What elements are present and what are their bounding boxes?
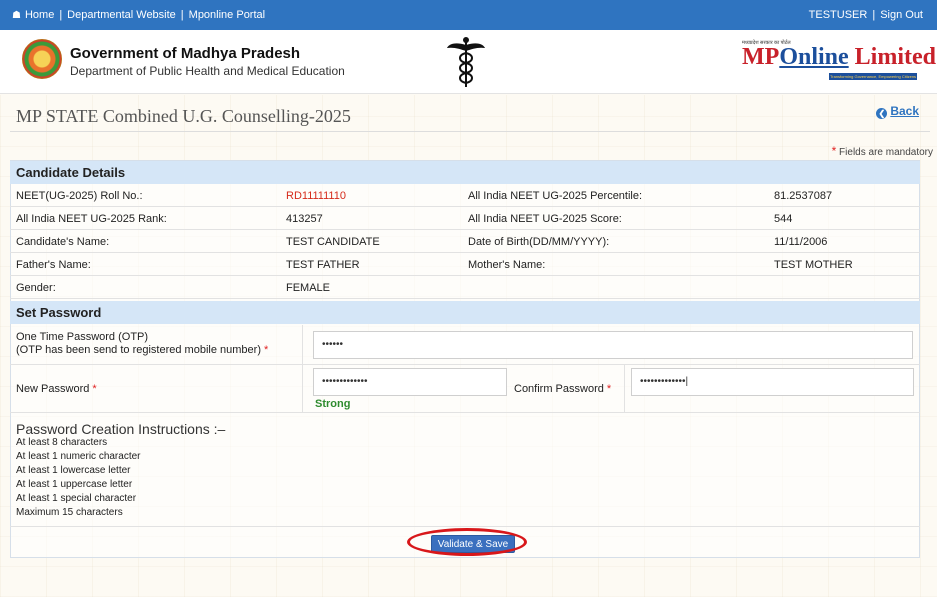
father-name-value: TEST FATHER [286,259,360,271]
gender-label: Gender: [16,282,56,294]
confirm-password-label: Confirm Password * [514,383,611,395]
percentile-value: 81.2537087 [774,190,833,202]
set-password-heading: Set Password [10,301,920,324]
table-row: Candidate's Name: TEST CANDIDATE Date of… [10,230,920,253]
gov-title: Government of Madhya Pradesh [70,45,301,62]
site-header: Government of Madhya Pradesh Department … [0,30,937,94]
nav-separator: | [872,9,876,21]
page-title: MP STATE Combined U.G. Counselling-2025 [16,106,351,126]
back-button[interactable]: ❮ Back [876,104,919,119]
password-strength-label: Strong [315,398,351,410]
instruction-item: At least 8 characters [16,437,108,448]
mponline-portal-link[interactable]: Mponline Portal [189,9,265,21]
otp-input[interactable]: •••••• [313,331,913,359]
back-label: Back [890,104,919,118]
mp-government-emblem-icon [22,39,62,79]
rank-label: All India NEET UG-2025 Rank: [16,213,167,225]
instruction-item: At least 1 numeric character [16,451,141,462]
home-link[interactable]: Home [25,9,54,21]
sign-out-link[interactable]: Sign Out [880,9,923,21]
validate-save-button[interactable]: Validate & Save [431,535,515,553]
roll-no-label: NEET(UG-2025) Roll No.: [16,190,143,202]
roll-no-value: RD11111110 [286,190,346,202]
confirm-password-input[interactable]: •••••••••••••| [631,368,914,396]
mp-logo-mp: MP [742,44,780,70]
nav-separator: | [59,9,63,21]
score-value: 544 [774,213,793,225]
mother-name-value: TEST MOTHER [774,259,853,271]
mandatory-note: * Fields are mandatory [832,144,933,158]
instructions-title: Password Creation Instructions :– [16,421,226,437]
column-divider [302,325,303,365]
candidate-name-value: TEST CANDIDATE [286,236,380,248]
gov-subtitle: Department of Public Health and Medical … [70,64,345,78]
score-label: All India NEET UG-2025 Score: [468,213,622,225]
dob-label: Date of Birth(DD/MM/YYYY): [468,236,610,248]
nav-separator: | [180,9,184,21]
caduceus-icon [447,37,485,87]
new-password-input[interactable]: ••••••••••••• [313,368,507,396]
rank-value: 413257 [286,213,323,225]
home-icon: ☗ [12,10,21,21]
action-row: Validate & Save [10,526,920,558]
dob-value: 11/11/2006 [774,236,828,248]
required-star: * [92,383,97,395]
new-password-label: New Password * [16,383,97,395]
table-row: Gender: FEMALE [10,276,920,299]
confirm-password-label-text: Confirm Password [514,383,604,395]
gender-value: FEMALE [286,282,331,294]
otp-label: One Time Password (OTP) [16,331,149,343]
otp-row: One Time Password (OTP) (OTP has been se… [10,325,920,365]
otp-note-text: (OTP has been send to registered mobile … [16,344,261,356]
new-password-label-text: New Password [16,383,90,395]
column-divider [302,365,303,413]
instruction-item: At least 1 uppercase letter [16,479,133,490]
candidate-details-heading: Candidate Details [10,161,920,184]
candidate-name-label: Candidate's Name: [16,236,110,248]
mandatory-text: Fields are mandatory [836,147,933,158]
required-star: * [264,344,269,356]
departmental-website-link[interactable]: Departmental Website [67,9,176,21]
mother-name-label: Mother's Name: [468,259,546,271]
user-name: TESTUSER [808,9,868,21]
new-password-row: New Password * ••••••••••••• Strong Conf… [10,365,920,413]
mp-logo-strip: Transforming Governance, Empowering Citi… [829,73,917,80]
back-arrow-icon: ❮ [876,108,888,119]
mp-logo-text: MPOnline Limited [742,44,936,71]
top-nav-left: ☗ Home | Departmental Website | Mponline Port… [12,9,265,21]
table-row: NEET(UG-2025) Roll No.: RD11111110 All I… [10,184,920,207]
top-nav-right: TESTUSER | Sign Out [809,9,923,21]
mp-logo-limited: Limited [848,44,936,70]
mponline-logo: मध्यप्रदेश सरकार का पोर्टल MPOnline Limi… [742,40,936,88]
father-name-label: Father's Name: [16,259,91,271]
instruction-item: Maximum 15 characters [16,507,123,518]
title-divider [10,131,930,132]
column-divider [624,365,625,413]
instruction-item: At least 1 lowercase letter [16,465,131,476]
mp-logo-online: Online [779,44,849,70]
table-row: Father's Name: TEST FATHER Mother's Name… [10,253,920,276]
top-nav-bar: ☗ Home | Departmental Website | Mponline Port… [0,0,937,30]
percentile-label: All India NEET UG-2025 Percentile: [468,190,643,202]
instruction-item: At least 1 special character [16,493,137,504]
otp-note: (OTP has been send to registered mobile … [16,344,268,356]
table-row: All India NEET UG-2025 Rank: 413257 All … [10,207,920,230]
required-star: * [606,383,612,395]
